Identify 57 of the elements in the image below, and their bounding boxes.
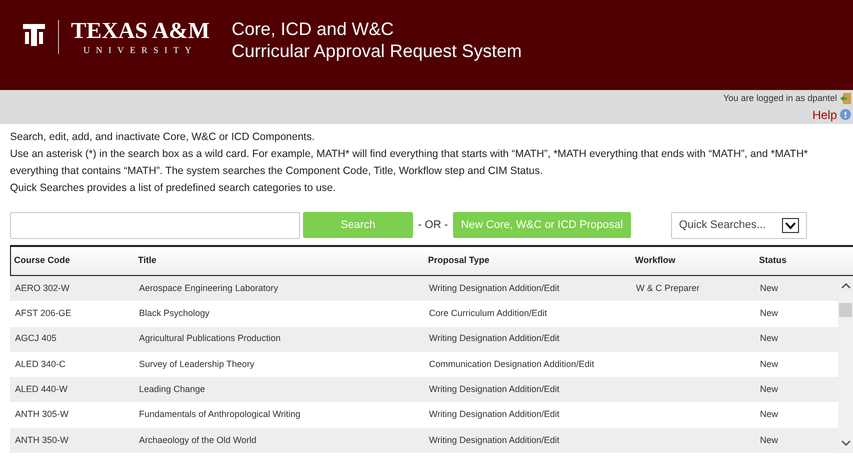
table-cell: New: [760, 308, 778, 318]
table-cell: Agricultural Publications Production: [139, 333, 281, 344]
table-cell: Fundamentals of Anthropological Writing: [139, 409, 300, 420]
table-cell: ALED 340-C: [15, 358, 66, 369]
column-header[interactable]: Proposal Type: [428, 255, 490, 266]
table-cell: New: [760, 282, 778, 293]
table-cell: AFST 206-GE: [15, 308, 72, 318]
table-row[interactable]: AGCJ 405 Agricultural Publications Production Writing Designation Addition/Edit New: [10, 326, 838, 352]
scrollbar[interactable]: [838, 276, 853, 454]
brand-subtitle: UNIVERSITY: [83, 44, 198, 56]
scroll-down-icon[interactable]: [840, 440, 850, 448]
search-field[interactable]: [10, 212, 300, 238]
logout-icon[interactable]: [840, 93, 851, 104]
table-row[interactable]: AERO 302-W Aerospace Engineering Laboratory Writing Designation Addition/Edit W & C Preparer New: [10, 276, 838, 302]
table-cell: New: [760, 409, 778, 420]
column-header[interactable]: Title: [138, 255, 156, 266]
table-cell: AERO 302-W: [15, 282, 70, 293]
instruction-text: Quick Searches provides a list of predefined search categories to use.: [10, 181, 337, 196]
help-link[interactable]: Help: [812, 106, 837, 124]
table-row[interactable]: ALED 440-W Leading Change Writing Designation Addition/Edit New: [10, 377, 838, 402]
system-title: Curricular Approval Request System: [232, 40, 522, 62]
table-cell: Aerospace Engineering Laboratory: [139, 282, 278, 293]
table-cell: New: [760, 333, 778, 344]
table-cell: Core Curriculum Addition/Edit: [429, 308, 548, 318]
table-cell: Communication Designation Addition/Edit: [429, 358, 594, 369]
table-row[interactable]: ANTH 350-W Archaeology of the Old World Writing Designation Addition/Edit New: [10, 428, 838, 454]
help-icon[interactable]: [840, 109, 851, 120]
table-cell: ANTH 305-W: [15, 409, 69, 420]
logo-icon: [22, 22, 46, 48]
table-cell: W & C Preparer: [636, 282, 700, 293]
table-cell: Leading Change: [139, 384, 206, 394]
table-cell: ALED 440-W: [15, 384, 68, 394]
table-cell: Black Psychology: [139, 308, 210, 318]
table-cell: Writing Designation Addition/Edit: [429, 333, 560, 344]
login-status: You are logged in as dpantel: [723, 92, 837, 105]
table-cell: Writing Designation Addition/Edit: [429, 282, 560, 293]
table-cell: Survey of Leadership Theory: [139, 358, 254, 369]
table-cell: ANTH 350-W: [15, 434, 69, 445]
instruction-text: Search, edit, add, and inactivate Core, W&C or ICD Components.: [10, 130, 316, 145]
scroll-up-icon[interactable]: [840, 282, 850, 289]
brand-name: TEXAS A&M: [71, 18, 210, 44]
column-header[interactable]: Status: [759, 255, 787, 266]
table-cell: Archaeology of the Old World: [139, 434, 256, 445]
system-title: Core, ICD and W&C: [232, 18, 395, 40]
table-cell: New: [760, 434, 778, 445]
or-separator: - OR -: [418, 218, 448, 233]
table-cell: AGCJ 405: [15, 333, 57, 344]
quick-searches-dropdown[interactable]: Quick Searches...: [670, 212, 807, 238]
table-cell: Writing Designation Addition/Edit: [429, 384, 560, 394]
instruction-text: Use an asterisk (*) in the search box as a wild card. For example, MATH* will find everything that starts with “MATH”, *MATH everything that ends with “MATH”, and *MATH* everything that contains “MATH”. The system searches the Component Code, Title, Workflow step and CIM Status.: [10, 147, 809, 179]
scroll-thumb[interactable]: [839, 302, 852, 317]
table-cell: Writing Designation Addition/Edit: [429, 409, 560, 420]
table-cell: New: [760, 384, 778, 394]
table-cell: Writing Designation Addition/Edit: [429, 434, 560, 445]
column-header[interactable]: Course Code: [14, 255, 70, 266]
column-header[interactable]: Workflow: [635, 255, 676, 266]
table-cell: New: [760, 358, 778, 369]
